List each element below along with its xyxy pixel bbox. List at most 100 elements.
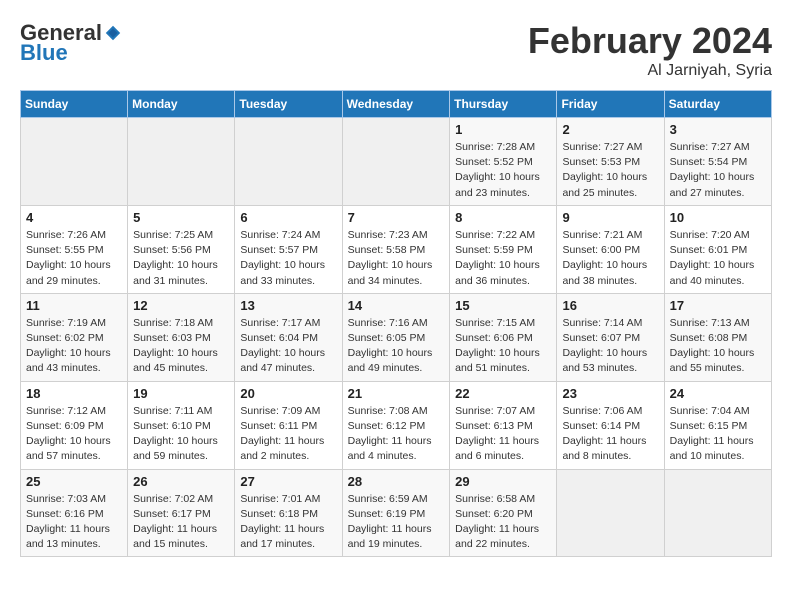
day-number: 5 [133, 210, 229, 225]
calendar-day-cell [128, 118, 235, 206]
calendar-day-cell: 14Sunrise: 7:16 AMSunset: 6:05 PMDayligh… [342, 293, 450, 381]
calendar-day-header: Wednesday [342, 91, 450, 118]
calendar-day-cell: 11Sunrise: 7:19 AMSunset: 6:02 PMDayligh… [21, 293, 128, 381]
calendar-day-cell: 25 Sunrise: 7:03 AMSunset: 6:16 PMDayligh… [21, 469, 128, 557]
calendar-day-cell: 21 Sunrise: 7:08 AMSunset: 6:12 PMDayligh… [342, 381, 450, 469]
calendar-day-header: Sunday [21, 91, 128, 118]
day-info: Sunrise: 7:14 AMSunset: 6:07 PMDaylight:… [562, 316, 658, 377]
calendar-day-cell: 17 Sunrise: 7:13 AMSunset: 6:08 PMDayligh… [664, 293, 771, 381]
day-number: 16 [562, 298, 658, 313]
calendar-day-cell [235, 118, 342, 206]
day-info: Sunrise: 7:23 AMSunset: 5:58 PMDaylight:… [348, 228, 445, 289]
day-info: Sunrise: 7:11 AMSunset: 6:10 PMDaylight:… [133, 404, 229, 465]
title-block: February 2024 Al Jarniyah, Syria [528, 20, 772, 80]
logo-blue-text: Blue [20, 40, 68, 66]
day-number: 17 [670, 298, 766, 313]
day-info: Sunrise: 7:04 AMSunset: 6:15 PMDaylight:… [670, 404, 766, 465]
calendar-table: SundayMondayTuesdayWednesdayThursdayFrid… [20, 90, 772, 557]
day-number: 12 [133, 298, 229, 313]
day-info: Sunrise: 7:27 AMSunset: 5:54 PMDaylight:… [670, 140, 766, 201]
calendar-week-row: 1Sunrise: 7:28 AMSunset: 5:52 PMDaylight… [21, 118, 772, 206]
location-title: Al Jarniyah, Syria [528, 62, 772, 80]
calendar-day-cell: 23 Sunrise: 7:06 AMSunset: 6:14 PMDayligh… [557, 381, 664, 469]
calendar-day-cell: 10 Sunrise: 7:20 AMSunset: 6:01 PMDayligh… [664, 205, 771, 293]
calendar-day-cell: 6 Sunrise: 7:24 AMSunset: 5:57 PMDaylight… [235, 205, 342, 293]
day-number: 1 [455, 122, 551, 137]
day-number: 20 [240, 386, 336, 401]
calendar-day-cell: 2 Sunrise: 7:27 AMSunset: 5:53 PMDaylight… [557, 118, 664, 206]
day-info: Sunrise: 6:59 AMSunset: 6:19 PMDaylight:… [348, 492, 445, 553]
day-info: Sunrise: 7:09 AMSunset: 6:11 PMDaylight:… [240, 404, 336, 465]
calendar-day-cell: 15Sunrise: 7:15 AMSunset: 6:06 PMDayligh… [450, 293, 557, 381]
day-number: 25 [26, 474, 122, 489]
day-info: Sunrise: 7:21 AMSunset: 6:00 PMDaylight:… [562, 228, 658, 289]
day-number: 21 [348, 386, 445, 401]
day-info: Sunrise: 6:58 AMSunset: 6:20 PMDaylight:… [455, 492, 551, 553]
calendar-day-cell: 12Sunrise: 7:18 AMSunset: 6:03 PMDayligh… [128, 293, 235, 381]
calendar-day-cell: 29 Sunrise: 6:58 AMSunset: 6:20 PMDayligh… [450, 469, 557, 557]
calendar-day-header: Tuesday [235, 91, 342, 118]
calendar-day-cell: 28 Sunrise: 6:59 AMSunset: 6:19 PMDayligh… [342, 469, 450, 557]
day-info: Sunrise: 7:01 AMSunset: 6:18 PMDaylight:… [240, 492, 336, 553]
day-info: Sunrise: 7:25 AMSunset: 5:56 PMDaylight:… [133, 228, 229, 289]
page-header: General Blue February 2024 Al Jarniyah, … [20, 20, 772, 80]
day-number: 27 [240, 474, 336, 489]
day-info: Sunrise: 7:27 AMSunset: 5:53 PMDaylight:… [562, 140, 658, 201]
calendar-day-cell: 4 Sunrise: 7:26 AMSunset: 5:55 PMDaylight… [21, 205, 128, 293]
calendar-week-row: 18Sunrise: 7:12 AMSunset: 6:09 PMDayligh… [21, 381, 772, 469]
day-number: 2 [562, 122, 658, 137]
day-number: 10 [670, 210, 766, 225]
calendar-day-cell: 19 Sunrise: 7:11 AMSunset: 6:10 PMDayligh… [128, 381, 235, 469]
day-info: Sunrise: 7:02 AMSunset: 6:17 PMDaylight:… [133, 492, 229, 553]
day-number: 14 [348, 298, 445, 313]
day-info: Sunrise: 7:06 AMSunset: 6:14 PMDaylight:… [562, 404, 658, 465]
day-number: 26 [133, 474, 229, 489]
day-info: Sunrise: 7:24 AMSunset: 5:57 PMDaylight:… [240, 228, 336, 289]
calendar-day-cell [557, 469, 664, 557]
calendar-day-cell: 16 Sunrise: 7:14 AMSunset: 6:07 PMDayligh… [557, 293, 664, 381]
day-number: 13 [240, 298, 336, 313]
day-number: 11 [26, 298, 122, 313]
calendar-day-cell: 24Sunrise: 7:04 AMSunset: 6:15 PMDayligh… [664, 381, 771, 469]
calendar-day-header: Saturday [664, 91, 771, 118]
day-info: Sunrise: 7:03 AMSunset: 6:16 PMDaylight:… [26, 492, 122, 553]
calendar-day-cell: 5 Sunrise: 7:25 AMSunset: 5:56 PMDaylight… [128, 205, 235, 293]
calendar-week-row: 25 Sunrise: 7:03 AMSunset: 6:16 PMDayligh… [21, 469, 772, 557]
calendar-week-row: 11Sunrise: 7:19 AMSunset: 6:02 PMDayligh… [21, 293, 772, 381]
day-info: Sunrise: 7:07 AMSunset: 6:13 PMDaylight:… [455, 404, 551, 465]
calendar-day-cell: 18Sunrise: 7:12 AMSunset: 6:09 PMDayligh… [21, 381, 128, 469]
month-title: February 2024 [528, 20, 772, 62]
day-number: 6 [240, 210, 336, 225]
calendar-day-cell: 8Sunrise: 7:22 AMSunset: 5:59 PMDaylight… [450, 205, 557, 293]
day-number: 22 [455, 386, 551, 401]
calendar-day-cell: 3 Sunrise: 7:27 AMSunset: 5:54 PMDaylight… [664, 118, 771, 206]
day-number: 3 [670, 122, 766, 137]
calendar-day-cell [21, 118, 128, 206]
day-number: 18 [26, 386, 122, 401]
day-number: 4 [26, 210, 122, 225]
day-info: Sunrise: 7:15 AMSunset: 6:06 PMDaylight:… [455, 316, 551, 377]
calendar-day-cell: 9Sunrise: 7:21 AMSunset: 6:00 PMDaylight… [557, 205, 664, 293]
day-number: 28 [348, 474, 445, 489]
day-number: 29 [455, 474, 551, 489]
day-number: 23 [562, 386, 658, 401]
day-info: Sunrise: 7:20 AMSunset: 6:01 PMDaylight:… [670, 228, 766, 289]
calendar-day-cell: 7 Sunrise: 7:23 AMSunset: 5:58 PMDaylight… [342, 205, 450, 293]
day-info: Sunrise: 7:22 AMSunset: 5:59 PMDaylight:… [455, 228, 551, 289]
calendar-day-header: Thursday [450, 91, 557, 118]
calendar-header-row: SundayMondayTuesdayWednesdayThursdayFrid… [21, 91, 772, 118]
calendar-day-header: Monday [128, 91, 235, 118]
calendar-day-cell: 1Sunrise: 7:28 AMSunset: 5:52 PMDaylight… [450, 118, 557, 206]
logo: General Blue [20, 20, 122, 66]
calendar-day-cell: 26 Sunrise: 7:02 AMSunset: 6:17 PMDayligh… [128, 469, 235, 557]
day-number: 19 [133, 386, 229, 401]
calendar-week-row: 4 Sunrise: 7:26 AMSunset: 5:55 PMDaylight… [21, 205, 772, 293]
day-info: Sunrise: 7:08 AMSunset: 6:12 PMDaylight:… [348, 404, 445, 465]
day-info: Sunrise: 7:17 AMSunset: 6:04 PMDaylight:… [240, 316, 336, 377]
calendar-day-cell [664, 469, 771, 557]
day-number: 7 [348, 210, 445, 225]
calendar-day-cell: 13 Sunrise: 7:17 AMSunset: 6:04 PMDayligh… [235, 293, 342, 381]
day-info: Sunrise: 7:13 AMSunset: 6:08 PMDaylight:… [670, 316, 766, 377]
logo-icon [104, 24, 122, 42]
day-info: Sunrise: 7:26 AMSunset: 5:55 PMDaylight:… [26, 228, 122, 289]
